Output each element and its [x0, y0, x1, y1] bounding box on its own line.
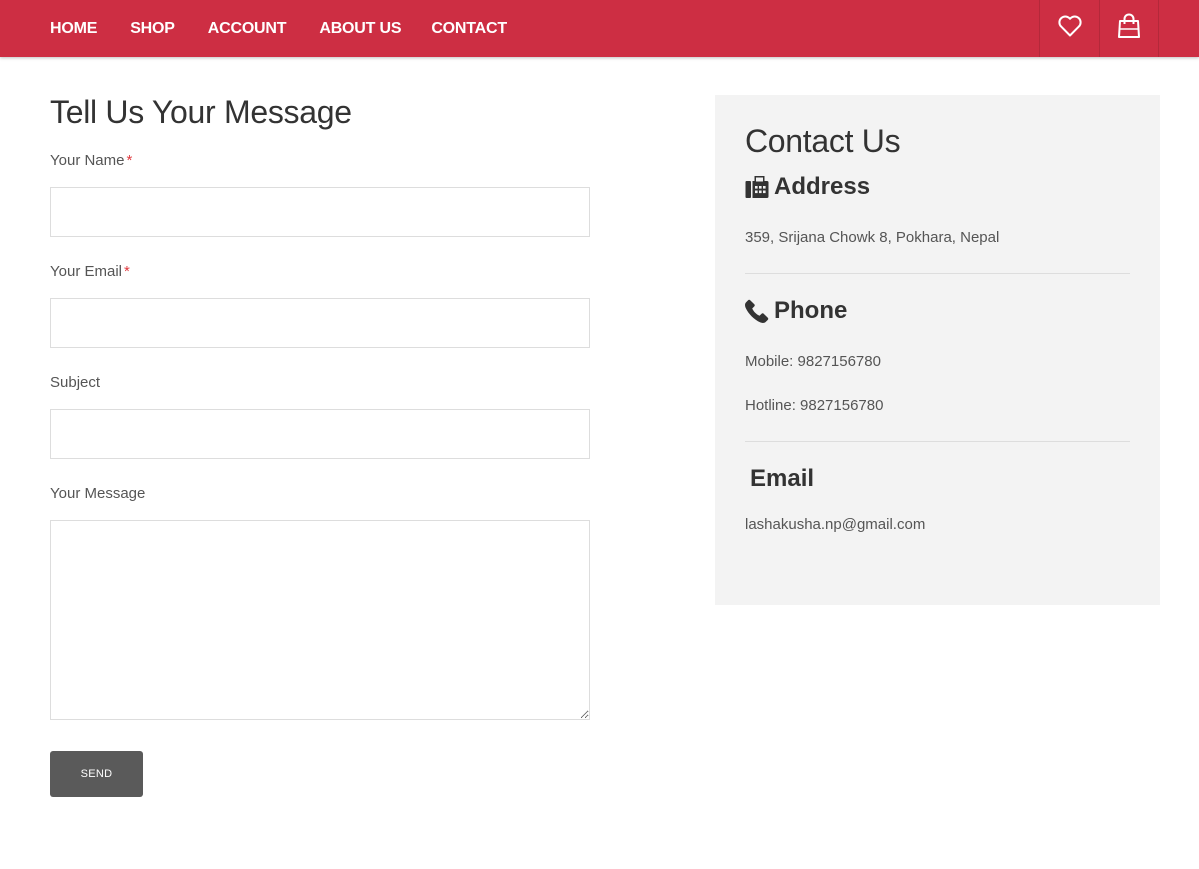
name-input[interactable] [50, 187, 590, 237]
hotline-text: Hotline: 9827156780 [745, 397, 884, 414]
message-form: Tell Us Your Message Your Name * Your Ema… [50, 93, 590, 797]
address-text: 359, Srijana Chowk 8, Pokhara, Nepal [745, 229, 1000, 246]
email-text: lashakusha.np@gmail.com [745, 516, 926, 533]
mobile-text: Mobile: 9827156780 [745, 353, 881, 370]
email-input[interactable] [50, 298, 590, 348]
nav-link-home[interactable]: HOME [50, 20, 97, 38]
divider [745, 273, 1130, 274]
wishlist-button[interactable] [1039, 0, 1099, 57]
name-label: Your Name * [50, 152, 590, 170]
email-heading: Email [750, 465, 815, 492]
phone-heading-text: Phone [774, 297, 848, 324]
phone-icon [745, 299, 769, 323]
fax-icon [745, 175, 769, 199]
nav-link-about-us[interactable]: ABOUT US [319, 20, 401, 38]
address-heading-text: Address [774, 173, 871, 200]
send-button[interactable]: SEND [50, 751, 143, 797]
required-mark: * [126, 152, 133, 169]
message-label: Your Message [50, 485, 146, 502]
top-navbar: HOME SHOP ACCOUNT ABOUT US CONTACT [0, 0, 1199, 57]
subject-input[interactable] [50, 409, 590, 459]
contact-title: Contact Us [745, 123, 901, 159]
subject-label: Subject [50, 374, 101, 391]
email-label-text: Your Email [50, 263, 122, 280]
heart-icon [1057, 15, 1082, 42]
divider [745, 441, 1130, 442]
required-mark: * [123, 263, 130, 280]
nav-icon-group [1039, 0, 1159, 57]
nav-link-contact[interactable]: CONTACT [431, 20, 507, 38]
email-label: Your Email * [50, 263, 590, 281]
nav-link-account[interactable]: ACCOUNT [208, 20, 287, 38]
shopping-bag-icon [1117, 13, 1141, 44]
form-title: Tell Us Your Message [50, 94, 352, 130]
contact-panel: Contact Us Address 359, Srijana Chowk 8,… [715, 95, 1160, 605]
main-nav: HOME SHOP ACCOUNT ABOUT US CONTACT [50, 0, 540, 57]
address-heading: Address [745, 173, 870, 201]
nav-link-shop[interactable]: SHOP [130, 20, 175, 38]
cart-button[interactable] [1099, 0, 1159, 57]
name-label-text: Your Name [50, 152, 125, 169]
phone-heading: Phone [745, 297, 847, 325]
message-textarea[interactable] [50, 520, 590, 720]
